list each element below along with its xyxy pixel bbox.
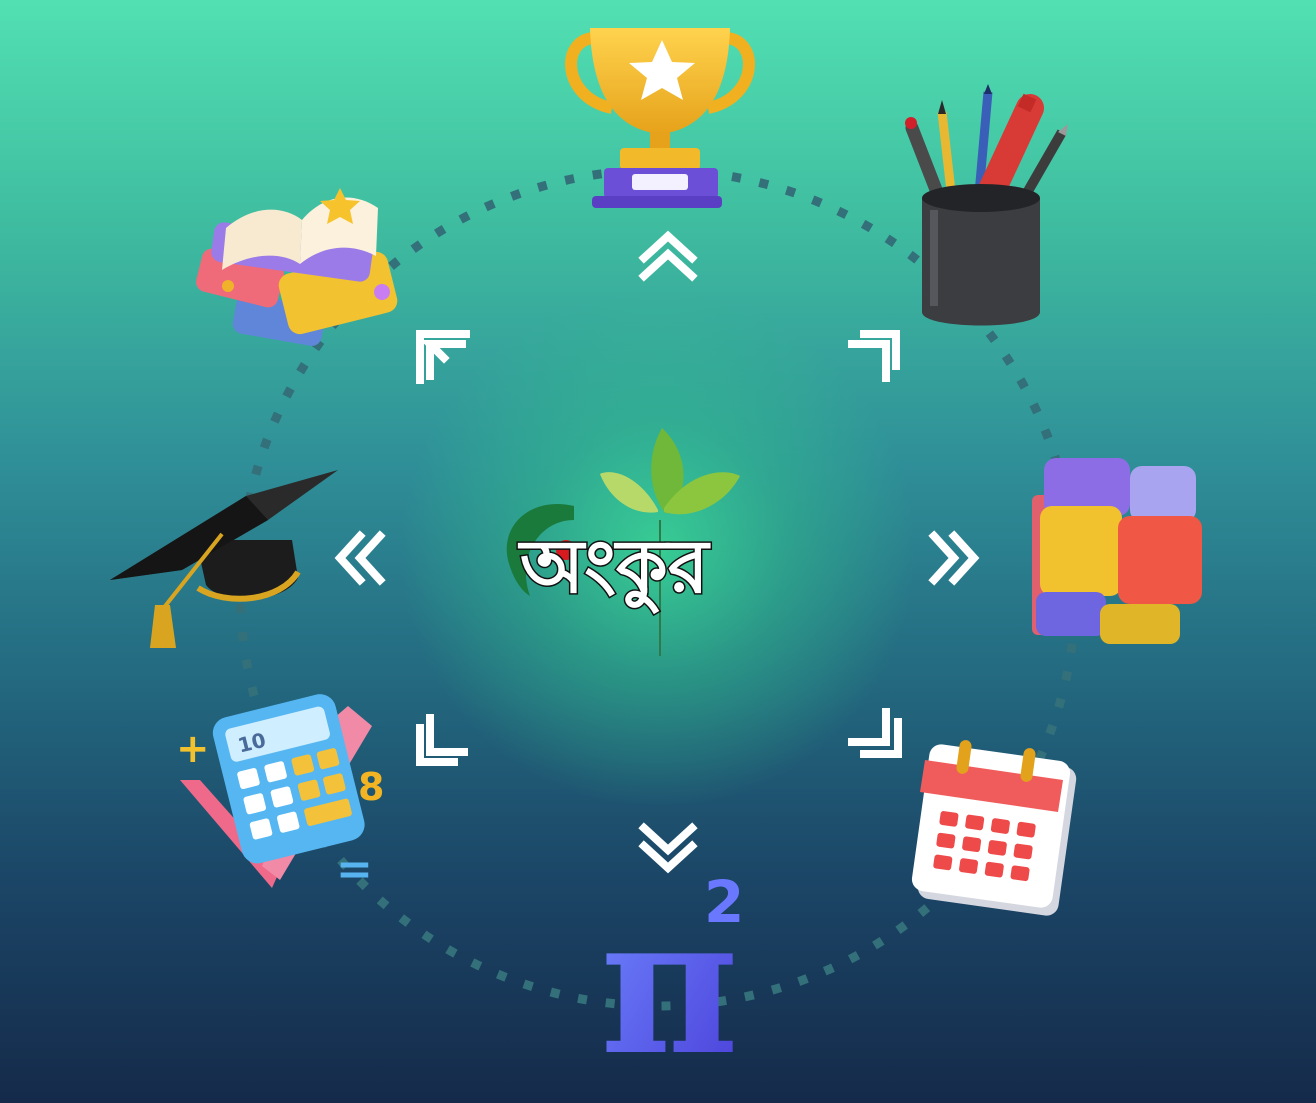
plus-symbol: + (176, 726, 210, 772)
infographic-canvas: π 2 10 + 8 = অংকুর (0, 0, 1316, 1103)
cube-icon (1032, 458, 1202, 644)
calendar-icon (911, 740, 1077, 916)
graduation-cap-icon (110, 470, 338, 648)
logo-wordmark: অংকুর (517, 524, 711, 615)
pi-exponent: 2 (704, 868, 744, 936)
chevron-down-left-icon (416, 714, 468, 766)
chevron-right-icon (928, 530, 980, 586)
chevron-up-icon (638, 230, 698, 282)
calculator-icon: 10 + 8 = (176, 694, 384, 895)
logo: অংকুর (506, 428, 740, 656)
chevron-left-icon (334, 530, 386, 586)
chevron-up-left-icon (416, 330, 470, 384)
books-icon (196, 188, 398, 346)
illustration-layer: π 2 10 + 8 = অংকুর (110, 28, 1202, 1097)
pencil-cup-icon (905, 84, 1068, 326)
trophy-icon (565, 28, 755, 208)
chevron-down-icon (638, 822, 698, 874)
equals-symbol: = (336, 844, 373, 895)
eight-symbol: 8 (358, 765, 384, 809)
chevron-down-right-icon (848, 708, 902, 758)
chevron-up-right-icon (848, 330, 900, 382)
pi-squared-icon: π 2 (600, 868, 744, 1097)
